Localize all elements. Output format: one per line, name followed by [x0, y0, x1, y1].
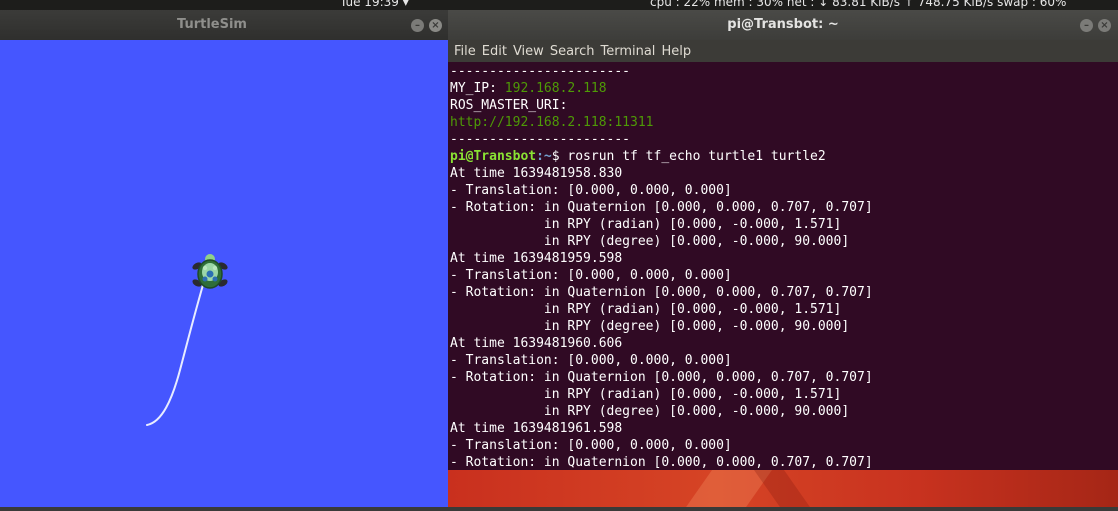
window-title: pi@Transbot: ~ — [727, 17, 839, 32]
menu-edit[interactable]: Edit — [476, 44, 507, 59]
output-line: in RPY (degree) [0.000, -0.000, 90.000] — [450, 234, 850, 249]
turtle-icon — [192, 254, 228, 289]
turtlesim-titlebar[interactable]: TurtleSim – × — [0, 10, 448, 40]
terminal-output-area[interactable]: ----------------------- MY_IP: 192.168.2… — [448, 62, 1118, 470]
output-line: in RPY (radian) [0.000, -0.000, 1.571] — [450, 302, 842, 317]
terminal-titlebar[interactable]: pi@Transbot: ~ – × — [448, 10, 1118, 40]
window-title: TurtleSim — [177, 17, 247, 32]
prompt-user: pi@Transbot — [450, 149, 537, 164]
output-line: At time 1639481960.606 — [450, 336, 623, 351]
output-line: At time 1639481959.598 — [450, 251, 623, 266]
menu-terminal[interactable]: Terminal — [594, 44, 655, 59]
output-line: - Rotation: in Quaternion [0.000, 0.000,… — [450, 370, 873, 385]
output-line: - Translation: [0.000, 0.000, 0.000] — [450, 268, 732, 283]
output-line: At time 1639481958.830 — [450, 166, 623, 181]
turtlesim-window: TurtleSim – × — [0, 10, 448, 507]
turtlesim-canvas — [0, 40, 448, 507]
prompt-symbol: $ — [551, 149, 568, 164]
output-line: At time 1639481961.598 — [450, 421, 623, 436]
terminal-window: pi@Transbot: ~ – × File Edit View Search… — [448, 10, 1118, 470]
turtle-path — [146, 277, 206, 426]
menu-file[interactable]: File — [448, 44, 476, 59]
output-line: - Translation: [0.000, 0.000, 0.000] — [450, 438, 732, 453]
menu-search[interactable]: Search — [544, 44, 595, 59]
terminal-text: ----------------------- MY_IP: 192.168.2… — [448, 62, 1118, 470]
menu-view[interactable]: View — [507, 44, 544, 59]
clock[interactable]: Tue 19:39 ▾ — [340, 0, 409, 8]
output-line: - Rotation: in Quaternion [0.000, 0.000,… — [450, 285, 873, 300]
output-line: - Rotation: in Quaternion [0.000, 0.000,… — [450, 455, 873, 470]
my-ip-value: 192.168.2.118 — [504, 81, 607, 96]
output-line: in RPY (degree) [0.000, -0.000, 90.000] — [450, 319, 850, 334]
turtlesim-drawing — [146, 254, 228, 426]
command-text: rosrun tf tf_echo turtle1 turtle2 — [567, 149, 826, 164]
output-line: - Translation: [0.000, 0.000, 0.000] — [450, 183, 732, 198]
output-line: - Translation: [0.000, 0.000, 0.000] — [450, 353, 732, 368]
ros-master-value: http://192.168.2.118:11311 — [450, 115, 654, 130]
system-monitor-stats: cpu : 22% mem : 30% net : ↓ 83.81 KiB/s … — [650, 0, 1067, 9]
close-icon[interactable]: × — [1098, 19, 1111, 32]
command-output: At time 1639481958.830 - Translation: [0… — [450, 166, 873, 470]
output-line: - Rotation: in Quaternion [0.000, 0.000,… — [450, 200, 873, 215]
separator-line: ----------------------- — [450, 64, 631, 79]
close-icon[interactable]: × — [429, 19, 442, 32]
menu-help[interactable]: Help — [655, 44, 691, 59]
output-line: in RPY (radian) [0.000, -0.000, 1.571] — [450, 217, 842, 232]
my-ip-label: MY_IP: — [450, 81, 505, 96]
separator-line: ----------------------- — [450, 132, 631, 147]
output-line: in RPY (degree) [0.000, -0.000, 90.000] — [450, 404, 850, 419]
top-panel: Tue 19:39 ▾ cpu : 22% mem : 30% net : ↓ … — [0, 0, 1118, 10]
menu-bar: File Edit View Search Terminal Help — [448, 40, 1118, 62]
prompt-path: :~ — [536, 149, 552, 164]
desktop-wallpaper — [448, 470, 1118, 507]
minimize-icon[interactable]: – — [411, 19, 424, 32]
ros-master-label: ROS_MASTER_URI: — [450, 98, 568, 113]
minimize-icon[interactable]: – — [1080, 19, 1093, 32]
output-line: in RPY (radian) [0.000, -0.000, 1.571] — [450, 387, 842, 402]
